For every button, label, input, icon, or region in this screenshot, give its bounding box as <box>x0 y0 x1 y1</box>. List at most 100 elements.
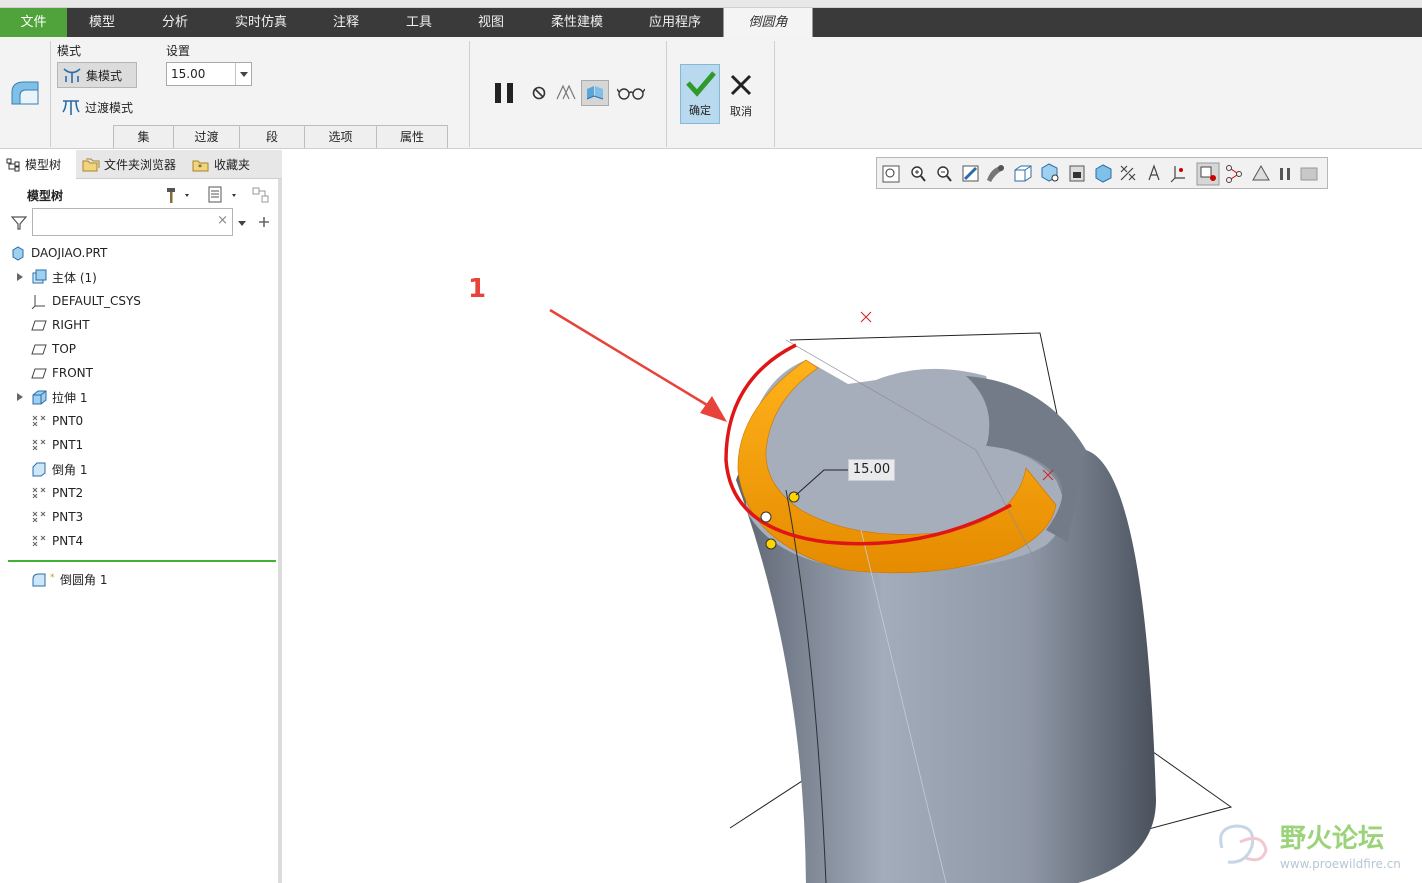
datum-plane-icon <box>31 368 47 379</box>
pause-animation-icon[interactable] <box>1280 168 1290 180</box>
settings-group-label: 设置 <box>166 44 191 58</box>
tab-analysis[interactable]: 分析 <box>137 8 213 37</box>
datum-display-icon[interactable] <box>1120 165 1136 181</box>
tab-model-tree[interactable]: 模型树 <box>0 150 76 179</box>
datum-plane-icon <box>31 320 47 331</box>
spin-center-icon[interactable] <box>1196 162 1220 186</box>
tree-item-pnt1[interactable]: PNT1 <box>31 433 83 457</box>
tree-columns-icon[interactable] <box>250 184 272 206</box>
refit-icon[interactable] <box>882 165 900 183</box>
cancel-button[interactable]: 取消 <box>722 64 760 124</box>
chevron-down-icon[interactable] <box>235 63 251 85</box>
annotation-arrow-line <box>549 308 713 410</box>
perspective-icon[interactable] <box>1069 165 1085 182</box>
part-icon <box>12 246 24 261</box>
datum-point-mark <box>860 311 872 323</box>
expand-arrow-icon[interactable] <box>15 392 25 402</box>
tree-show-button[interactable] <box>204 184 242 206</box>
tree-item-pnt2[interactable]: PNT2 <box>31 481 83 505</box>
ribbon-menubar: 文件 模型 分析 实时仿真 注释 工具 视图 柔性建模 应用程序 倒圆角 <box>0 8 1422 37</box>
pause-icon[interactable] <box>490 79 518 107</box>
datum-plane-icon <box>31 344 47 355</box>
section-icon[interactable] <box>1300 167 1318 181</box>
display-style-icon[interactable] <box>1095 164 1112 183</box>
verify-glasses-icon[interactable] <box>616 83 646 103</box>
subtab-options[interactable]: 选项 <box>304 125 377 148</box>
subtab-properties[interactable]: 属性 <box>376 125 448 148</box>
tree-item-chamfer[interactable]: 倒角 1 <box>31 457 87 481</box>
round-new-icon: * <box>32 573 55 587</box>
tree-item-top[interactable]: TOP <box>31 337 76 361</box>
tab-model[interactable]: 模型 <box>67 8 137 37</box>
tab-view[interactable]: 视图 <box>455 8 527 37</box>
shading-icon[interactable] <box>987 165 1004 182</box>
zoom-out-icon[interactable] <box>937 166 952 182</box>
subtab-sets[interactable]: 集 <box>113 125 174 148</box>
drag-handle[interactable] <box>765 538 777 550</box>
tree-item-front[interactable]: FRONT <box>31 361 93 385</box>
datum-point-icon <box>32 415 46 427</box>
chamfer-icon <box>32 462 46 477</box>
view-manager-icon[interactable] <box>1041 163 1059 182</box>
watermark-title: 野火论坛 <box>1280 824 1385 854</box>
tree-item-pnt3[interactable]: PNT3 <box>31 505 83 529</box>
tab-file[interactable]: 文件 <box>0 8 67 37</box>
set-mode-button[interactable]: 集模式 <box>57 62 137 88</box>
separate-preview-icon[interactable] <box>554 81 578 105</box>
model-view[interactable] <box>286 150 1422 883</box>
tree-item-right[interactable]: RIGHT <box>31 313 90 337</box>
tree-item-round[interactable]: * 倒圆角 1 <box>31 567 107 591</box>
repaint-icon[interactable] <box>962 165 979 182</box>
radius-combo[interactable]: 15.00 <box>166 62 252 86</box>
tab-simulation[interactable]: 实时仿真 <box>213 8 309 37</box>
tree-search-field[interactable]: × <box>32 208 233 236</box>
round-feature-icon <box>6 75 44 111</box>
subtab-transitions[interactable]: 过渡 <box>173 125 240 148</box>
add-icon[interactable] <box>256 214 272 230</box>
tab-round[interactable]: 倒圆角 <box>723 8 813 37</box>
extrude-icon <box>32 390 47 405</box>
tree-item-csys[interactable]: DEFAULT_CSYS <box>31 289 141 313</box>
radius-value: 15.00 <box>171 67 206 81</box>
tab-favorites[interactable]: * 收藏夹 <box>186 150 276 179</box>
close-icon <box>730 74 752 96</box>
datum-point-icon <box>32 487 46 499</box>
radius-dimension-label[interactable]: 15.00 <box>848 459 895 481</box>
point-display-icon[interactable] <box>1226 165 1242 183</box>
annotation-number: 1 <box>468 274 487 304</box>
zoom-in-icon[interactable] <box>911 166 926 182</box>
tab-flexible-modeling[interactable]: 柔性建模 <box>527 8 627 37</box>
tree-settings-button[interactable] <box>162 184 196 206</box>
tab-annotate[interactable]: 注释 <box>309 8 383 37</box>
tree-item-body[interactable]: 主体 (1) <box>15 265 97 289</box>
cancel-label: 取消 <box>730 105 752 118</box>
geometry-preview-icon[interactable] <box>581 80 609 106</box>
chevron-down-icon[interactable] <box>236 216 248 230</box>
filter-icon[interactable] <box>10 214 28 232</box>
subtab-pieces[interactable]: 段 <box>239 125 305 148</box>
tree-item-pnt4[interactable]: PNT4 <box>31 529 83 553</box>
triangle-icon[interactable] <box>1252 164 1270 181</box>
anchor-point <box>760 511 772 523</box>
graphics-window[interactable]: 1 15.00 野火论坛 www.proewildfire.cn <box>286 150 1422 883</box>
expand-arrow-icon[interactable] <box>15 272 25 282</box>
set-mode-label: 集模式 <box>86 68 123 83</box>
tree-item-extrude[interactable]: 拉伸 1 <box>15 385 87 409</box>
tab-folder-browser[interactable]: 文件夹浏览器 <box>76 150 186 179</box>
tree-item-pnt0[interactable]: PNT0 <box>31 409 83 433</box>
transition-mode-button[interactable]: 过渡模式 <box>57 94 147 120</box>
confirm-button[interactable]: 确定 <box>680 64 720 124</box>
transition-mode-icon <box>62 100 80 115</box>
annotation-display-icon[interactable] <box>1148 164 1160 181</box>
tab-tools[interactable]: 工具 <box>383 8 455 37</box>
datum-point-icon <box>32 511 46 523</box>
tab-applications[interactable]: 应用程序 <box>627 8 723 37</box>
no-preview-icon[interactable] <box>529 83 549 103</box>
tree-search-input[interactable] <box>36 210 216 234</box>
insert-indicator <box>8 560 276 562</box>
saved-views-icon[interactable] <box>1014 165 1032 182</box>
tree-item-part[interactable]: DAOJIAO.PRT <box>10 241 107 265</box>
csys-display-icon[interactable] <box>1170 166 1185 183</box>
clear-icon[interactable]: × <box>217 213 228 228</box>
list-icon <box>208 186 236 203</box>
